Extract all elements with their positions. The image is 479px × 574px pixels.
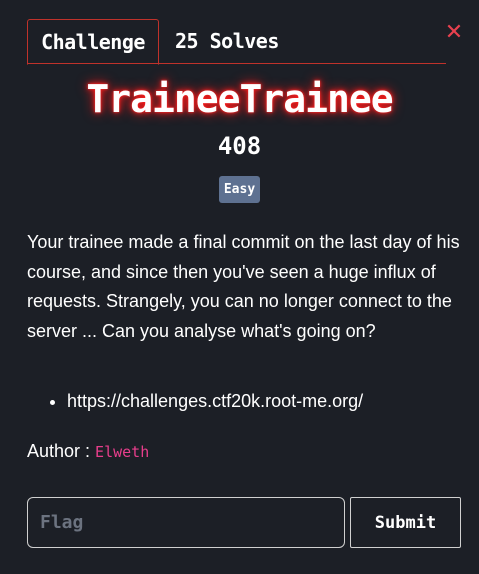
tab-bar: Challenge 25 Solves [27,19,446,65]
difficulty-badge: Easy [218,176,261,203]
tab-challenge[interactable]: Challenge [27,19,159,65]
challenge-points: 408 [217,132,262,160]
challenge-links: https://challenges.ctf20k.root-me.org/ [27,386,363,416]
submit-button[interactable]: Submit [350,497,461,548]
author-name: Elweth [95,443,150,461]
author-line: Author : Elweth [27,436,149,467]
flag-input[interactable] [27,497,345,548]
link-item: https://challenges.ctf20k.root-me.org/ [67,386,363,416]
tab-solves[interactable]: 25 Solves [173,19,281,65]
challenge-description: Your trainee made a final commit on the … [27,232,460,341]
author-label: Author : [27,441,96,461]
challenge-title: TraineeTrainee [86,77,393,121]
challenge-url-link[interactable]: https://challenges.ctf20k.root-me.org/ [67,391,363,411]
close-icon[interactable]: ✕ [444,22,464,44]
difficulty-badge-wrap: Easy [0,176,479,203]
challenge-modal: Challenge 25 Solves ✕ TraineeTrainee 408… [0,0,479,574]
